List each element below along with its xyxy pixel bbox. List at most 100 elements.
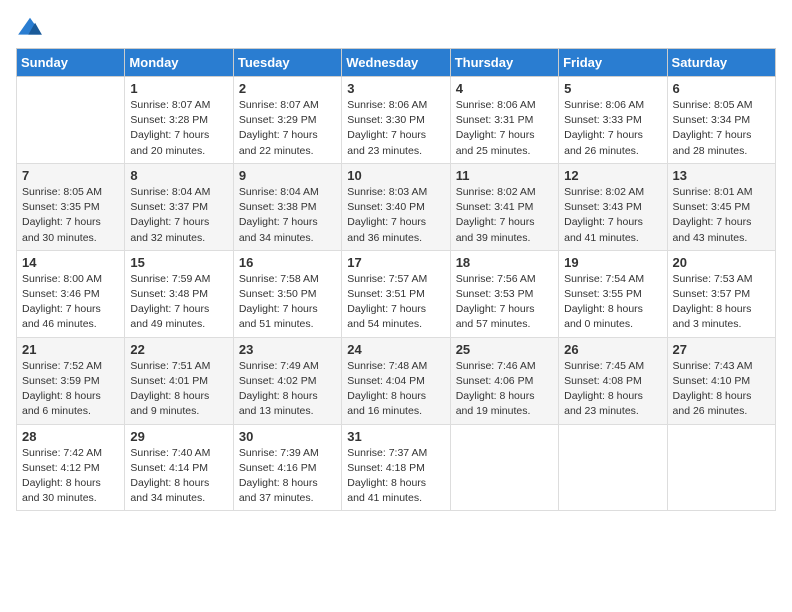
day-info: Sunrise: 7:53 AM Sunset: 3:57 PM Dayligh… <box>673 272 770 333</box>
day-number: 24 <box>347 342 444 357</box>
calendar-cell: 27Sunrise: 7:43 AM Sunset: 4:10 PM Dayli… <box>667 337 775 424</box>
day-number: 28 <box>22 429 119 444</box>
day-number: 30 <box>239 429 336 444</box>
day-info: Sunrise: 7:45 AM Sunset: 4:08 PM Dayligh… <box>564 359 661 420</box>
day-info: Sunrise: 7:59 AM Sunset: 3:48 PM Dayligh… <box>130 272 227 333</box>
day-number: 16 <box>239 255 336 270</box>
day-info: Sunrise: 8:06 AM Sunset: 3:30 PM Dayligh… <box>347 98 444 159</box>
day-info: Sunrise: 7:56 AM Sunset: 3:53 PM Dayligh… <box>456 272 553 333</box>
calendar-cell: 4 Sunrise: 8:06 AM Sunset: 3:31 PM Daylig… <box>450 77 558 164</box>
calendar-cell: 22Sunrise: 7:51 AM Sunset: 4:01 PM Dayli… <box>125 337 233 424</box>
weekday-header-friday: Friday <box>559 49 667 77</box>
day-info: Sunrise: 8:02 AM Sunset: 3:43 PM Dayligh… <box>564 185 661 246</box>
day-info: Sunrise: 7:42 AM Sunset: 4:12 PM Dayligh… <box>22 446 119 507</box>
day-number: 15 <box>130 255 227 270</box>
calendar-cell <box>450 424 558 511</box>
day-number: 17 <box>347 255 444 270</box>
day-number: 6 <box>673 81 770 96</box>
day-number: 25 <box>456 342 553 357</box>
calendar-week-3: 14 Sunrise: 8:00 AM Sunset: 3:46 PM Dayli… <box>17 250 776 337</box>
calendar-cell: 15 Sunrise: 7:59 AM Sunset: 3:48 PM Dayli… <box>125 250 233 337</box>
calendar-cell: 31 Sunrise: 7:37 AM Sunset: 4:18 PM Dayli… <box>342 424 450 511</box>
day-number: 9 <box>239 168 336 183</box>
weekday-header-sunday: Sunday <box>17 49 125 77</box>
calendar-cell <box>667 424 775 511</box>
calendar-cell: 5 Sunrise: 8:06 AM Sunset: 3:33 PM Daylig… <box>559 77 667 164</box>
calendar-cell: 14 Sunrise: 8:00 AM Sunset: 3:46 PM Dayli… <box>17 250 125 337</box>
calendar-cell: 1 Sunrise: 8:07 AM Sunset: 3:28 PM Daylig… <box>125 77 233 164</box>
day-number: 11 <box>456 168 553 183</box>
calendar-cell: 28 Sunrise: 7:42 AM Sunset: 4:12 PM Dayli… <box>17 424 125 511</box>
day-info: Sunrise: 8:03 AM Sunset: 3:40 PM Dayligh… <box>347 185 444 246</box>
day-info: Sunrise: 8:05 AM Sunset: 3:35 PM Dayligh… <box>22 185 119 246</box>
day-number: 4 <box>456 81 553 96</box>
calendar-cell: 12 Sunrise: 8:02 AM Sunset: 3:43 PM Dayli… <box>559 163 667 250</box>
calendar-cell <box>17 77 125 164</box>
calendar-cell: 10Sunrise: 8:03 AM Sunset: 3:40 PM Dayli… <box>342 163 450 250</box>
day-info: Sunrise: 7:37 AM Sunset: 4:18 PM Dayligh… <box>347 446 444 507</box>
calendar-cell: 17 Sunrise: 7:57 AM Sunset: 3:51 PM Dayli… <box>342 250 450 337</box>
day-number: 21 <box>22 342 119 357</box>
calendar-week-1: 1 Sunrise: 8:07 AM Sunset: 3:28 PM Daylig… <box>17 77 776 164</box>
calendar-week-5: 28 Sunrise: 7:42 AM Sunset: 4:12 PM Dayli… <box>17 424 776 511</box>
calendar-cell: 30Sunrise: 7:39 AM Sunset: 4:16 PM Dayli… <box>233 424 341 511</box>
calendar-week-2: 7 Sunrise: 8:05 AM Sunset: 3:35 PM Daylig… <box>17 163 776 250</box>
calendar-cell: 21 Sunrise: 7:52 AM Sunset: 3:59 PM Dayli… <box>17 337 125 424</box>
day-number: 20 <box>673 255 770 270</box>
day-info: Sunrise: 7:48 AM Sunset: 4:04 PM Dayligh… <box>347 359 444 420</box>
weekday-header-wednesday: Wednesday <box>342 49 450 77</box>
calendar-cell: 24 Sunrise: 7:48 AM Sunset: 4:04 PM Dayli… <box>342 337 450 424</box>
day-info: Sunrise: 7:54 AM Sunset: 3:55 PM Dayligh… <box>564 272 661 333</box>
day-number: 1 <box>130 81 227 96</box>
calendar-cell: 29 Sunrise: 7:40 AM Sunset: 4:14 PM Dayli… <box>125 424 233 511</box>
calendar-cell <box>559 424 667 511</box>
calendar-cell: 9 Sunrise: 8:04 AM Sunset: 3:38 PM Daylig… <box>233 163 341 250</box>
day-info: Sunrise: 7:40 AM Sunset: 4:14 PM Dayligh… <box>130 446 227 507</box>
day-number: 29 <box>130 429 227 444</box>
calendar-cell: 6Sunrise: 8:05 AM Sunset: 3:34 PM Daylig… <box>667 77 775 164</box>
calendar-cell: 7 Sunrise: 8:05 AM Sunset: 3:35 PM Daylig… <box>17 163 125 250</box>
day-info: Sunrise: 8:04 AM Sunset: 3:38 PM Dayligh… <box>239 185 336 246</box>
day-info: Sunrise: 8:07 AM Sunset: 3:28 PM Dayligh… <box>130 98 227 159</box>
day-number: 27 <box>673 342 770 357</box>
day-number: 14 <box>22 255 119 270</box>
weekday-header-tuesday: Tuesday <box>233 49 341 77</box>
day-info: Sunrise: 8:04 AM Sunset: 3:37 PM Dayligh… <box>130 185 227 246</box>
calendar-cell: 23Sunrise: 7:49 AM Sunset: 4:02 PM Dayli… <box>233 337 341 424</box>
calendar-cell: 13 Sunrise: 8:01 AM Sunset: 3:45 PM Dayli… <box>667 163 775 250</box>
weekday-header-monday: Monday <box>125 49 233 77</box>
day-number: 8 <box>130 168 227 183</box>
calendar-cell: 8 Sunrise: 8:04 AM Sunset: 3:37 PM Daylig… <box>125 163 233 250</box>
calendar-cell: 26Sunrise: 7:45 AM Sunset: 4:08 PM Dayli… <box>559 337 667 424</box>
day-info: Sunrise: 8:00 AM Sunset: 3:46 PM Dayligh… <box>22 272 119 333</box>
day-info: Sunrise: 8:07 AM Sunset: 3:29 PM Dayligh… <box>239 98 336 159</box>
weekday-header-thursday: Thursday <box>450 49 558 77</box>
day-number: 31 <box>347 429 444 444</box>
calendar-cell: 3Sunrise: 8:06 AM Sunset: 3:30 PM Daylig… <box>342 77 450 164</box>
day-info: Sunrise: 8:02 AM Sunset: 3:41 PM Dayligh… <box>456 185 553 246</box>
logo-icon <box>16 16 44 38</box>
calendar-cell: 20 Sunrise: 7:53 AM Sunset: 3:57 PM Dayli… <box>667 250 775 337</box>
day-number: 13 <box>673 168 770 183</box>
day-number: 18 <box>456 255 553 270</box>
calendar-cell: 19Sunrise: 7:54 AM Sunset: 3:55 PM Dayli… <box>559 250 667 337</box>
page-header <box>16 16 776 38</box>
weekday-header-saturday: Saturday <box>667 49 775 77</box>
day-number: 7 <box>22 168 119 183</box>
calendar-cell: 16 Sunrise: 7:58 AM Sunset: 3:50 PM Dayli… <box>233 250 341 337</box>
day-number: 12 <box>564 168 661 183</box>
calendar-week-4: 21 Sunrise: 7:52 AM Sunset: 3:59 PM Dayli… <box>17 337 776 424</box>
day-info: Sunrise: 7:49 AM Sunset: 4:02 PM Dayligh… <box>239 359 336 420</box>
calendar-cell: 18 Sunrise: 7:56 AM Sunset: 3:53 PM Dayli… <box>450 250 558 337</box>
day-info: Sunrise: 7:51 AM Sunset: 4:01 PM Dayligh… <box>130 359 227 420</box>
logo <box>16 16 48 38</box>
day-info: Sunrise: 7:52 AM Sunset: 3:59 PM Dayligh… <box>22 359 119 420</box>
day-info: Sunrise: 8:01 AM Sunset: 3:45 PM Dayligh… <box>673 185 770 246</box>
day-number: 5 <box>564 81 661 96</box>
day-info: Sunrise: 7:57 AM Sunset: 3:51 PM Dayligh… <box>347 272 444 333</box>
calendar-table: SundayMondayTuesdayWednesdayThursdayFrid… <box>16 48 776 511</box>
day-info: Sunrise: 8:06 AM Sunset: 3:31 PM Dayligh… <box>456 98 553 159</box>
day-info: Sunrise: 8:06 AM Sunset: 3:33 PM Dayligh… <box>564 98 661 159</box>
calendar-cell: 2Sunrise: 8:07 AM Sunset: 3:29 PM Daylig… <box>233 77 341 164</box>
day-info: Sunrise: 7:58 AM Sunset: 3:50 PM Dayligh… <box>239 272 336 333</box>
